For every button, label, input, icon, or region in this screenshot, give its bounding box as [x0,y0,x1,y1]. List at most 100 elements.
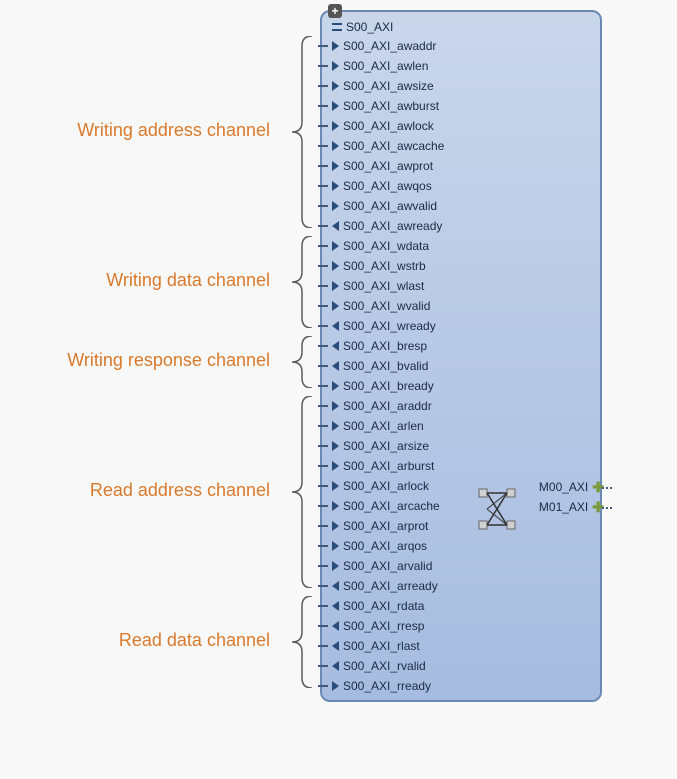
signal-pin[interactable]: S00_AXI_arvalid [326,556,596,576]
signal-pin[interactable]: S00_AXI_awcache [326,136,596,156]
bus-interface-header[interactable]: S00_AXI [326,16,596,36]
output-arrow-icon [332,361,339,371]
port-tick [318,585,328,587]
signal-name: S00_AXI_awlen [343,59,428,73]
signal-pin[interactable]: S00_AXI_rresp [326,616,596,636]
input-arrow-icon [332,161,339,171]
signal-name: S00_AXI_wdata [343,239,429,253]
port-tick [318,605,328,607]
signal-pin[interactable]: S00_AXI_wready [326,316,596,336]
signal-pin[interactable]: S00_AXI_arprot [326,516,596,536]
signal-name: S00_AXI_awcache [343,139,444,153]
output-arrow-icon [332,221,339,231]
signal-name: S00_AXI_rvalid [343,659,426,673]
port-tick [318,545,328,547]
signal-name: S00_AXI_awqos [343,179,432,193]
input-arrow-icon [332,541,339,551]
brace-icon [280,36,320,228]
output-arrow-icon [332,341,339,351]
signal-pin[interactable]: S00_AXI_araddr [326,396,596,416]
input-arrow-icon [332,441,339,451]
ip-block: + S00_AXI S00_AXI_awaddrS00_AXI_awlenS00… [320,10,602,702]
signal-pin[interactable]: S00_AXI_wdata [326,236,596,256]
signal-name: S00_AXI_rlast [343,639,420,653]
input-arrow-icon [332,481,339,491]
signal-name: S00_AXI_awburst [343,99,439,113]
output-arrow-icon [332,601,339,611]
port-tick [318,105,328,107]
signal-pin[interactable]: S00_AXI_bvalid [326,356,596,376]
brace-icon [280,236,320,328]
signal-name: S00_AXI_awlock [343,119,434,133]
signal-name: S00_AXI_bvalid [343,359,428,373]
signal-pin[interactable]: S00_AXI_wlast [326,276,596,296]
port-tick [318,425,328,427]
signal-pin[interactable]: S00_AXI_wstrb [326,256,596,276]
expand-button[interactable]: + [328,4,342,18]
signal-pin[interactable]: S00_AXI_rlast [326,636,596,656]
port-tick [318,125,328,127]
signal-pin[interactable]: S00_AXI_awvalid [326,196,596,216]
signal-pin[interactable]: S00_AXI_bresp [326,336,596,356]
input-arrow-icon [332,381,339,391]
port-tick [318,485,328,487]
input-arrow-icon [332,41,339,51]
signal-pin[interactable]: S00_AXI_awburst [326,96,596,116]
master-name: M01_AXI [539,500,588,514]
signal-name: S00_AXI_wready [343,319,436,333]
channel-label: Writing data channel [10,270,270,291]
signal-pin[interactable]: S00_AXI_awqos [326,176,596,196]
input-arrow-icon [332,121,339,131]
signal-pin[interactable]: S00_AXI_rdata [326,596,596,616]
port-tick [318,305,328,307]
master-interface[interactable]: M00_AXI✚ [539,477,604,497]
input-arrow-icon [332,301,339,311]
port-tick [318,85,328,87]
collapse-icon [332,23,342,31]
signal-pin[interactable]: S00_AXI_arlen [326,416,596,436]
output-arrow-icon [332,661,339,671]
input-arrow-icon [332,241,339,251]
signal-name: S00_AXI_awready [343,219,442,233]
port-tick [318,345,328,347]
signal-pin[interactable]: S00_AXI_awsize [326,76,596,96]
signal-pin[interactable]: S00_AXI_rvalid [326,656,596,676]
input-arrow-icon [332,141,339,151]
signal-pin[interactable]: S00_AXI_wvalid [326,296,596,316]
channel-label: Writing address channel [10,120,270,141]
signal-pin[interactable]: S00_AXI_arsize [326,436,596,456]
signal-pin[interactable]: S00_AXI_bready [326,376,596,396]
signal-pin[interactable]: S00_AXI_awprot [326,156,596,176]
input-arrow-icon [332,521,339,531]
port-tick [318,365,328,367]
output-arrow-icon [332,581,339,591]
interconnect-symbol [477,487,517,534]
output-arrow-icon [332,321,339,331]
signal-pin[interactable]: S00_AXI_rready [326,676,596,696]
signal-pin[interactable]: S00_AXI_arready [326,576,596,596]
port-tick [318,65,328,67]
input-arrow-icon [332,421,339,431]
brace-icon [280,596,320,688]
signal-pin[interactable]: S00_AXI_awaddr [326,36,596,56]
port-tick [318,465,328,467]
signal-name: S00_AXI_rdata [343,599,424,613]
signal-pin[interactable]: S00_AXI_awlock [326,116,596,136]
port-tick [318,645,328,647]
signal-name: S00_AXI_arlen [343,419,424,433]
signal-name: S00_AXI_araddr [343,399,432,413]
bus-name: S00_AXI [346,20,393,34]
signal-pin[interactable]: S00_AXI_awlen [326,56,596,76]
signal-name: S00_AXI_wstrb [343,259,426,273]
signal-pin[interactable]: S00_AXI_awready [326,216,596,236]
input-arrow-icon [332,101,339,111]
signal-pin[interactable]: S00_AXI_arburst [326,456,596,476]
master-interface[interactable]: M01_AXI✚ [539,497,604,517]
brace-icon [280,336,320,388]
signal-name: S00_AXI_arsize [343,439,429,453]
input-arrow-icon [332,61,339,71]
signal-name: S00_AXI_awvalid [343,199,437,213]
input-arrow-icon [332,281,339,291]
port-tick [318,405,328,407]
signal-pin[interactable]: S00_AXI_arqos [326,536,596,556]
